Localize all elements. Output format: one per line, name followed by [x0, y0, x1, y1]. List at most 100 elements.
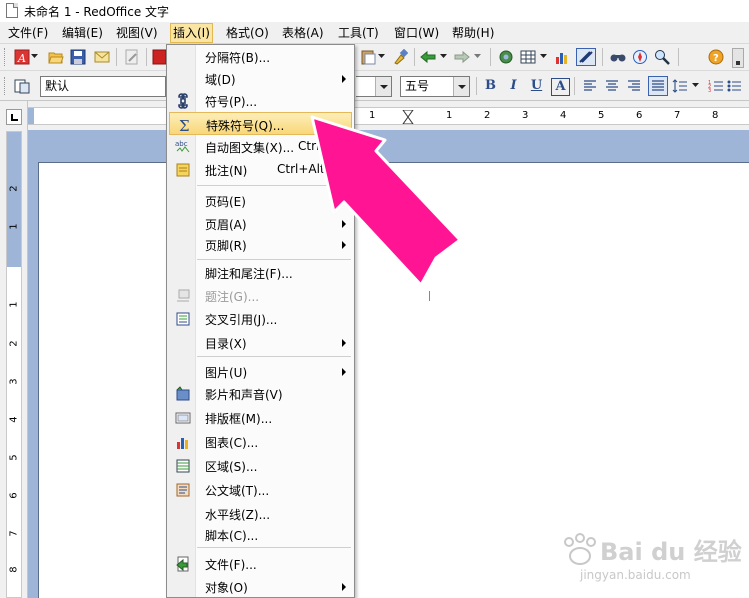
chart-icon: [177, 438, 188, 449]
find-replace-icon[interactable]: [610, 49, 626, 65]
format-paintbrush-icon[interactable]: [392, 49, 408, 65]
menu-item-table-of-contents[interactable]: 目录(X): [169, 331, 352, 354]
section-icon: [176, 459, 190, 473]
menu-view[interactable]: 视图(V): [116, 25, 158, 41]
symbol-icon: [178, 93, 188, 109]
chevron-down-icon[interactable]: [453, 77, 469, 96]
vertical-ruler-label: 6: [8, 492, 20, 499]
toolbar-separator: [574, 77, 575, 95]
undo-icon[interactable]: [420, 49, 436, 65]
vertical-ruler-label: 4: [8, 416, 20, 423]
bullets-icon[interactable]: [726, 78, 742, 94]
horizontal-ruler-label: 2: [484, 110, 491, 121]
comment-icon: [176, 163, 190, 177]
svg-text:?: ?: [713, 53, 719, 64]
menu-item-document-field[interactable]: 公文域(T)...: [169, 478, 352, 501]
menu-item-frame[interactable]: 排版框(M)...: [169, 406, 352, 429]
email-icon[interactable]: [94, 49, 110, 65]
zoom-icon[interactable]: [654, 49, 670, 65]
baidu-watermark: Bai du 经验 jingyan.baidu.com: [560, 530, 742, 590]
menu-item-horizontal-line[interactable]: 水平线(Z)...: [169, 502, 352, 525]
menu-help[interactable]: 帮助(H): [452, 25, 494, 41]
vertical-ruler-track[interactable]: 2 1 1 2 3 4 5 6 7 8: [6, 131, 22, 598]
show-draw-functions-icon[interactable]: [576, 48, 596, 66]
toolbar-grip[interactable]: [4, 77, 8, 95]
tab-stop-selector[interactable]: [6, 109, 22, 125]
save-icon[interactable]: [70, 49, 86, 65]
menu-format[interactable]: 格式(O): [226, 25, 269, 41]
insert-chart-icon[interactable]: [554, 49, 570, 65]
baidu-paw-logo-icon: [564, 533, 596, 565]
toolbar-grip[interactable]: [4, 48, 8, 66]
line-spacing-icon[interactable]: [672, 78, 688, 94]
font-size-combo[interactable]: 五号: [400, 76, 470, 97]
undo-dropdown-icon[interactable]: [440, 54, 447, 60]
edit-file-icon[interactable]: [124, 49, 140, 65]
menu-file[interactable]: 文件(F): [8, 25, 48, 41]
table-dropdown-icon[interactable]: [540, 54, 547, 60]
bold-button[interactable]: B: [482, 77, 499, 95]
watermark-brand: Bai du 经验: [600, 538, 742, 566]
submenu-arrow-icon: [342, 339, 346, 347]
menu-item-cross-reference[interactable]: 交叉引用(J)...: [169, 307, 352, 330]
menu-item-object[interactable]: 对象(O): [169, 575, 352, 598]
cross-reference-icon: [176, 312, 190, 326]
menu-tools[interactable]: 工具(T): [338, 25, 379, 41]
styles-formatting-icon[interactable]: [14, 78, 30, 94]
justify-icon[interactable]: [648, 76, 668, 96]
chevron-down-icon[interactable]: [375, 77, 391, 96]
paragraph-style-value: 默认: [45, 79, 70, 93]
menu-edit[interactable]: 编辑(E): [62, 25, 103, 41]
annotation-arrow-icon: [310, 115, 462, 287]
toolbar-separator: [678, 48, 679, 66]
menu-table[interactable]: 表格(A): [282, 25, 324, 41]
italic-button[interactable]: I: [505, 77, 522, 95]
shadow-button[interactable]: A: [551, 78, 570, 96]
font-name-combo[interactable]: [356, 76, 392, 97]
menu-insert[interactable]: 插入(I): [170, 23, 213, 43]
paragraph-style-combo[interactable]: 默认: [40, 76, 166, 97]
line-spacing-dropdown-icon[interactable]: [692, 83, 699, 89]
menu-separator: [197, 547, 351, 548]
insert-table-icon[interactable]: [520, 49, 536, 65]
menu-item-movie-sound[interactable]: 影片和声音(V): [169, 382, 352, 405]
toolbar-separator: [476, 77, 477, 95]
vertical-ruler-label: 3: [8, 378, 20, 385]
menu-item-picture[interactable]: 图片(U): [169, 360, 352, 383]
toolbar-overflow-button[interactable]: [732, 48, 744, 68]
hyperlink-icon[interactable]: [498, 49, 514, 65]
menu-item-fields[interactable]: 域(D): [169, 67, 352, 90]
horizontal-ruler-label: 3: [522, 110, 529, 121]
align-right-icon[interactable]: [626, 78, 642, 94]
vertical-ruler: 2 1 1 2 3 4 5 6 7 8: [0, 101, 28, 598]
menu-item-break[interactable]: 分隔符(B)...: [169, 45, 352, 68]
menu-item-file[interactable]: 文件(F)...: [169, 552, 352, 575]
redo-dropdown-icon[interactable]: [474, 54, 481, 60]
horizontal-ruler-label: 7: [674, 110, 681, 121]
numbering-icon[interactable]: 123: [708, 78, 724, 94]
menu-item-chart[interactable]: 图表(C)...: [169, 430, 352, 453]
menu-item-script[interactable]: 脚本(C)...: [169, 523, 352, 546]
toolbar-separator: [414, 48, 415, 66]
navigator-icon[interactable]: [632, 49, 648, 65]
window-title: 未命名 1 - RedOffice 文字: [24, 5, 170, 19]
svg-text:Σ: Σ: [179, 117, 190, 133]
underline-button[interactable]: U: [528, 77, 545, 95]
menu-window[interactable]: 窗口(W): [394, 25, 439, 41]
open-folder-icon[interactable]: [48, 49, 64, 65]
redoffice-logo-icon[interactable]: A: [14, 49, 30, 65]
sigma-icon: Σ: [179, 117, 190, 133]
submenu-arrow-icon: [342, 368, 346, 376]
paste-icon[interactable]: [360, 49, 376, 65]
align-center-icon[interactable]: [604, 78, 620, 94]
autotext-icon: abc: [175, 140, 190, 153]
paste-dropdown-icon[interactable]: [378, 54, 385, 60]
new-dropdown-icon[interactable]: [31, 54, 38, 60]
toolbar-separator: [602, 48, 603, 66]
vertical-ruler-label: 5: [8, 454, 20, 461]
svg-text:3: 3: [708, 88, 711, 94]
help-icon[interactable]: ?: [708, 49, 724, 65]
align-left-icon[interactable]: [582, 78, 598, 94]
menu-item-section[interactable]: 区域(S)...: [169, 454, 352, 477]
redo-icon[interactable]: [454, 49, 470, 65]
